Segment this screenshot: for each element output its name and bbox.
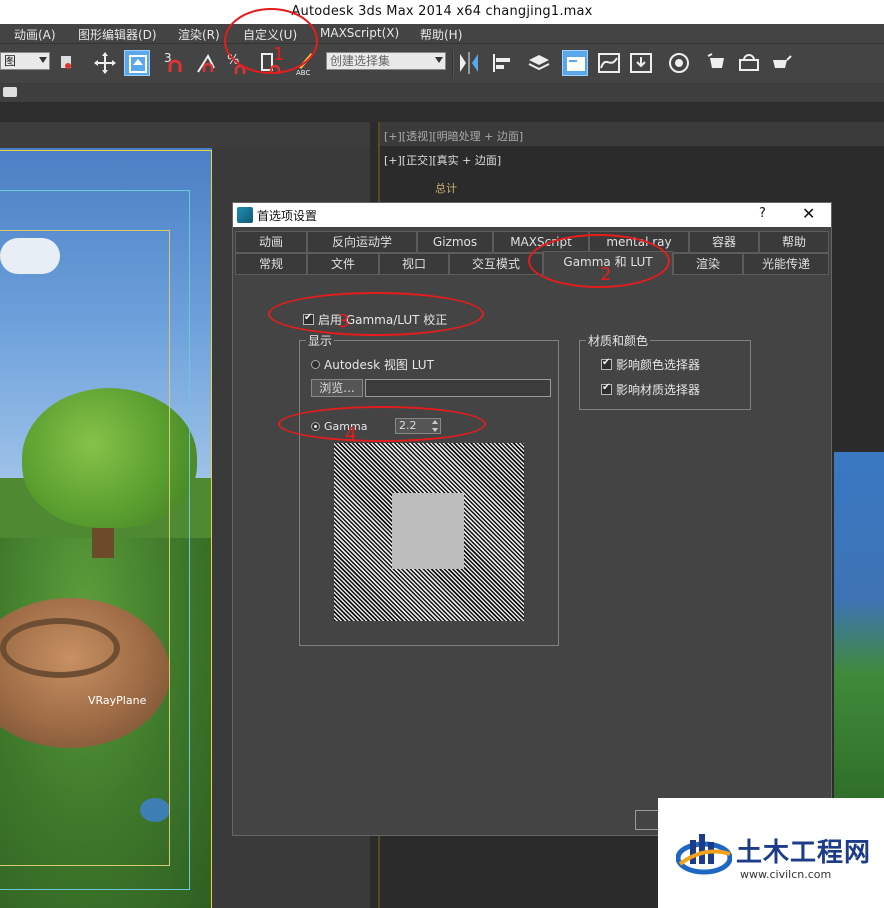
annotation-number-4: 4 bbox=[345, 424, 357, 445]
main-toolbar: 图 3 % ABC 创建选择集 bbox=[0, 44, 884, 84]
annotation-number-1: 1 bbox=[273, 44, 285, 65]
viewport-stats-label: 总计 bbox=[435, 182, 457, 195]
command-strip bbox=[0, 84, 884, 102]
affect-color-picker-label: 影响颜色选择器 bbox=[616, 358, 701, 372]
reference-coordinate-value: 图 bbox=[4, 54, 17, 68]
menu-maxscript[interactable]: MAXScript(X) bbox=[320, 26, 399, 40]
lut-path-field[interactable] bbox=[365, 379, 551, 397]
annotation-number-2: 2 bbox=[600, 264, 612, 285]
material-editor-icon[interactable] bbox=[666, 50, 692, 76]
3dsmax-app-icon bbox=[237, 207, 253, 223]
viewport-scene-edge bbox=[834, 452, 884, 822]
browse-button[interactable]: 浏览... bbox=[311, 379, 363, 397]
menu-graph-editors[interactable]: 图形编辑器(D) bbox=[78, 26, 157, 43]
tab-rendering[interactable]: 渲染 bbox=[673, 253, 743, 275]
close-icon[interactable]: ✕ bbox=[802, 204, 815, 223]
mirror-icon[interactable] bbox=[456, 50, 482, 76]
civilcn-logo-icon bbox=[676, 834, 732, 875]
checkbox-icon[interactable] bbox=[601, 382, 612, 395]
svg-text:ABC: ABC bbox=[296, 69, 310, 76]
tab-containers[interactable]: 容器 bbox=[689, 231, 759, 253]
scene-explorer-icon[interactable] bbox=[562, 50, 588, 76]
tab-gizmos[interactable]: Gizmos bbox=[417, 231, 493, 253]
material-color-group-title: 材质和颜色 bbox=[586, 332, 651, 349]
named-selection-set-value: 创建选择集 bbox=[330, 54, 391, 68]
tab-files[interactable]: 文件 bbox=[307, 253, 379, 275]
named-selection-set-dropdown[interactable]: 创建选择集 bbox=[326, 52, 446, 70]
tab-inverse-kinematics[interactable]: 反向运动学 bbox=[307, 231, 417, 253]
help-button[interactable]: ? bbox=[759, 206, 766, 221]
menu-animation[interactable]: 动画(A) bbox=[14, 26, 56, 43]
tab-animation[interactable]: 动画 bbox=[235, 231, 307, 253]
safe-frame-title bbox=[0, 230, 170, 866]
viewport-tab-strip bbox=[0, 102, 884, 122]
gamma-reference-square bbox=[392, 493, 464, 569]
align-icon[interactable] bbox=[490, 50, 516, 76]
toolbar-separator bbox=[452, 50, 454, 78]
window-titlebar: Autodesk 3ds Max 2014 x64 changjing1.max bbox=[0, 0, 884, 24]
window-title: Autodesk 3ds Max 2014 x64 changjing1.max bbox=[291, 4, 593, 19]
viewport-tab-label: [+][透视][明暗处理 + 边面] bbox=[384, 130, 524, 143]
watermark-title: 土木工程网 bbox=[736, 838, 872, 868]
menu-help[interactable]: 帮助(H) bbox=[420, 26, 462, 43]
right-viewport-tab: [+][透视][明暗处理 + 边面] bbox=[380, 122, 884, 146]
snap-3d-icon[interactable]: 3 bbox=[162, 50, 188, 76]
display-group-title: 显示 bbox=[306, 332, 335, 349]
affect-material-picker-checkbox[interactable]: 影响材质选择器 bbox=[601, 381, 700, 398]
affect-color-picker-checkbox[interactable]: 影响颜色选择器 bbox=[601, 356, 700, 373]
viewport-label[interactable]: [+][正交][真实 + 边面] bbox=[384, 152, 501, 168]
pivot-icon[interactable] bbox=[56, 50, 82, 76]
affect-material-picker-label: 影响材质选择器 bbox=[616, 383, 701, 397]
layer-manager-icon[interactable] bbox=[526, 50, 552, 76]
angle-snap-icon[interactable] bbox=[194, 50, 220, 76]
annotation-ellipse-1 bbox=[224, 8, 318, 74]
annotation-ellipse-2 bbox=[528, 234, 670, 288]
chevron-down-icon bbox=[39, 57, 47, 63]
menu-rendering[interactable]: 渲染(R) bbox=[178, 26, 220, 43]
material-color-group: 材质和颜色 bbox=[579, 332, 751, 410]
dialog-title: 首选项设置 bbox=[257, 209, 318, 223]
annotation-ellipse-4 bbox=[278, 406, 486, 442]
watermark: 土木工程网 www.civilcn.com bbox=[658, 798, 884, 908]
left-viewport-header bbox=[0, 122, 370, 148]
lut-radio-label: Autodesk 视图 LUT bbox=[324, 358, 434, 372]
tab-help[interactable]: 帮助 bbox=[759, 231, 829, 253]
dialog-titlebar: 首选项设置 ? ✕ bbox=[233, 203, 831, 227]
menu-bar: 动画(A) 图形编辑器(D) 渲染(R) 自定义(U) MAXScript(X)… bbox=[0, 24, 884, 44]
tab-general[interactable]: 常规 bbox=[235, 253, 307, 275]
schematic-view-icon[interactable] bbox=[628, 50, 654, 76]
annotation-ellipse-3 bbox=[268, 292, 484, 336]
ribbon-toggle-icon[interactable] bbox=[3, 87, 17, 97]
watermark-url: www.civilcn.com bbox=[740, 868, 832, 881]
render-production-icon[interactable] bbox=[768, 50, 794, 76]
annotation-number-3: 3 bbox=[338, 311, 350, 332]
render-setup-icon[interactable] bbox=[704, 50, 730, 76]
gamma-test-pattern bbox=[334, 443, 524, 621]
checkbox-icon[interactable] bbox=[601, 357, 612, 370]
reference-coordinate-dropdown[interactable]: 图 bbox=[0, 52, 50, 70]
move-icon[interactable] bbox=[92, 50, 118, 76]
tab-viewports[interactable]: 视口 bbox=[379, 253, 449, 275]
chevron-down-icon bbox=[435, 57, 443, 63]
select-object-icon[interactable] bbox=[124, 50, 150, 76]
radio-icon[interactable] bbox=[311, 360, 320, 369]
lut-radio-option[interactable]: Autodesk 视图 LUT bbox=[311, 356, 434, 373]
tab-radiosity[interactable]: 光能传递 bbox=[743, 253, 829, 275]
curve-editor-icon[interactable] bbox=[596, 50, 622, 76]
rendered-frame-window-icon[interactable] bbox=[736, 50, 762, 76]
